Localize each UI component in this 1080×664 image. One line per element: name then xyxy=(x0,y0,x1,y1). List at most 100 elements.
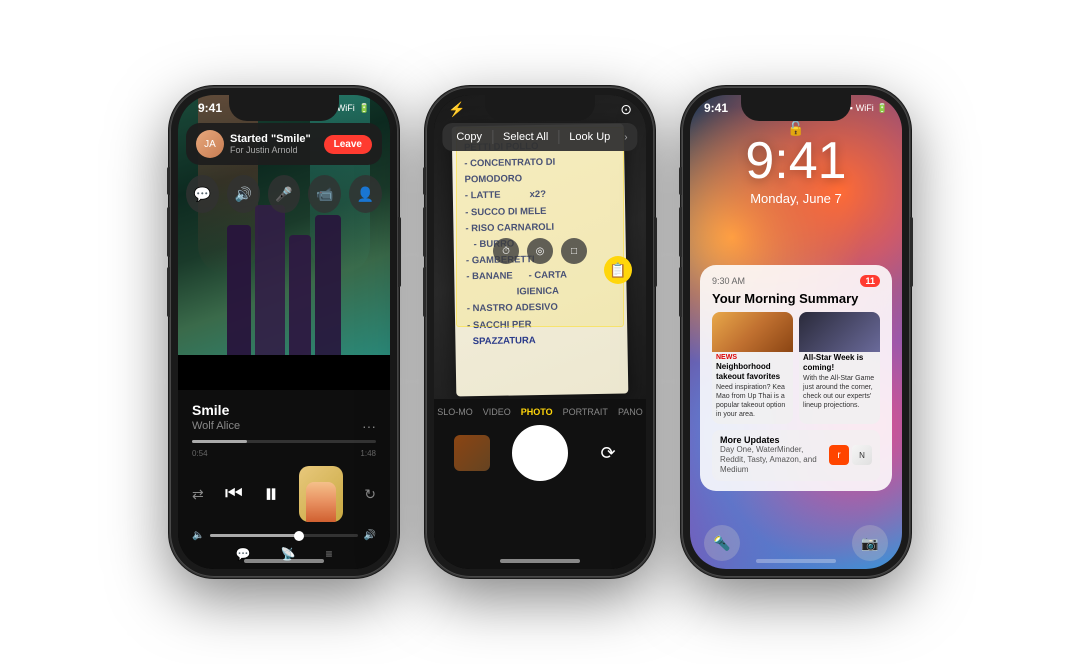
phone1-time-labels: 0:54 1:48 xyxy=(192,449,376,458)
phone1-facetime-thumbnail[interactable] xyxy=(299,466,343,522)
phone1-rewind-button[interactable]: ⏮ xyxy=(225,483,243,506)
phone3-more-title: More Updates xyxy=(720,435,823,445)
phone3-news-grid: NEWS Neighborhood takeout favorites Need… xyxy=(712,312,880,424)
phone3-camera-button[interactable]: 📷 xyxy=(852,525,888,561)
phone3-news-app-icon: N xyxy=(852,445,872,465)
phone1-video-button[interactable]: 📹 xyxy=(308,175,341,213)
phone3-more-updates[interactable]: More Updates Day One, WaterMinder, Reddi… xyxy=(712,430,880,481)
phone-2: ⚡ ∧ ⊙ PETTI DI POLLO - CONCENTRATO DI PO… xyxy=(426,87,654,577)
phone1-vol-low-icon: 🔈 xyxy=(192,530,204,541)
phone2-menu-sep2 xyxy=(558,130,559,144)
phone1-facetime-info: JA Started "Smile" For Justin Arnold xyxy=(196,130,311,158)
phone1-repeat-icon[interactable]: ↻ xyxy=(364,486,376,503)
phone1-facetime-subtitle: For Justin Arnold xyxy=(230,145,311,155)
phone1-facetime-bar[interactable]: JA Started "Smile" For Justin Arnold Lea… xyxy=(186,123,382,165)
phones-container: 9:41 ▪▪▪ WiFi 🔋 JA Started "Smile" For J… xyxy=(150,67,930,597)
phone1-screen: 9:41 ▪▪▪ WiFi 🔋 JA Started "Smile" For J… xyxy=(178,95,390,569)
phone2-look-up-button[interactable]: Look Up xyxy=(561,128,618,146)
phone3-news-headline-1: Neighborhood takeout favorites xyxy=(712,361,793,383)
phone2-mode-portrait[interactable]: PORTRAIT xyxy=(563,407,608,417)
phone3-bottom-bar: 🔦 📷 xyxy=(704,525,888,561)
phone1-leave-button[interactable]: Leave xyxy=(324,135,372,154)
phone2-shutter-button[interactable] xyxy=(512,425,568,481)
phone2-scan-icon[interactable]: 📋 xyxy=(604,256,632,284)
phone3-wifi-icon: WiFi xyxy=(856,103,874,113)
phone3-notif-title: Your Morning Summary xyxy=(712,291,880,306)
phone1-wifi-icon: WiFi xyxy=(337,103,355,113)
phone-3: 9:41 ▪▪▪ WiFi 🔋 🔓 9:41 Monday, June 7 9:… xyxy=(682,87,910,577)
phone1-facetime-controls: 💬 🔊 🎤 📹 👤 xyxy=(186,175,382,213)
phone2-shutter-row: ⟳ xyxy=(434,421,646,485)
phone1-person-button[interactable]: 👤 xyxy=(349,175,382,213)
phone2-mode-video[interactable]: VIDEO xyxy=(483,407,511,417)
phone1-progress-bar[interactable] xyxy=(192,440,376,443)
phone3-reddit-icon: r xyxy=(829,445,849,465)
phone3-clock: 9:41 Monday, June 7 xyxy=(690,135,902,206)
phone1-volume-row: 🔈 🔊 xyxy=(192,530,376,541)
phone3-battery-icon: 🔋 xyxy=(877,103,888,114)
phone2-filter-button[interactable]: ◎ xyxy=(527,238,553,264)
phone1-more-icon[interactable]: ··· xyxy=(362,418,376,434)
phone3-more-icons: r N xyxy=(829,445,872,465)
phone3-news-item-1[interactable]: NEWS Neighborhood takeout favorites Need… xyxy=(712,312,793,424)
phone1-facetime-text: Started "Smile" For Justin Arnold xyxy=(230,133,311,155)
phone2-timer-button[interactable]: ⏱ xyxy=(493,238,519,264)
phone1-facetime-title: Started "Smile" xyxy=(230,133,311,145)
phone2-flip-camera-button[interactable]: ⟳ xyxy=(590,435,626,471)
phone2-menu-sep1 xyxy=(492,130,493,144)
phone2-mode-photo[interactable]: PHOTO xyxy=(521,407,553,417)
phone-1: 9:41 ▪▪▪ WiFi 🔋 JA Started "Smile" For J… xyxy=(170,87,398,577)
phone1-volume-bar[interactable] xyxy=(210,534,357,537)
phone3-news-img-1 xyxy=(712,312,793,352)
phone1-playback-controls: ⇄ ⏮ ⏸ ↻ xyxy=(192,466,376,522)
phone2-mode-slomo[interactable]: SLO-MO xyxy=(437,407,473,417)
phone2-menu-arrow[interactable]: › xyxy=(620,132,631,143)
phone3-news-img-2 xyxy=(799,312,880,352)
phone1-time: 9:41 xyxy=(198,101,222,115)
phone1-notch xyxy=(229,95,339,121)
phone3-status-time: 9:41 xyxy=(704,101,728,115)
phone2-aspect-button[interactable]: □ xyxy=(561,238,587,264)
phone1-pause-button[interactable]: ⏸ xyxy=(264,478,278,511)
phone1-vol-high-icon: 🔊 xyxy=(364,530,376,541)
phone2-copy-button[interactable]: Copy xyxy=(448,128,490,146)
phone3-notif-time: 9:30 AM xyxy=(712,276,745,286)
phone1-progress-fill xyxy=(192,440,247,443)
phone3-flashlight-button[interactable]: 🔦 xyxy=(704,525,740,561)
phone2-scan-highlight xyxy=(456,127,624,327)
phone1-song-info: Smile Wolf Alice ··· xyxy=(192,402,376,434)
phone2-shutter-inner xyxy=(517,430,563,476)
phone1-mic-button[interactable]: 🎤 xyxy=(268,175,301,213)
phone2-flash-icon[interactable]: ⚡ xyxy=(448,101,465,118)
phone1-battery-icon: 🔋 xyxy=(359,103,370,114)
phone1-song-artist: Wolf Alice ··· xyxy=(192,418,376,434)
phone3-more-text-group: More Updates Day One, WaterMinder, Reddi… xyxy=(720,435,823,476)
phone3-news-body-2: With the All-Star Game just around the c… xyxy=(799,374,880,414)
phone1-chat-button[interactable]: 💬 xyxy=(186,175,219,213)
phone1-queue-icon[interactable]: ≡ xyxy=(325,547,332,561)
phone2-mode-pano[interactable]: PANO xyxy=(618,407,643,417)
phone3-clock-date: Monday, June 7 xyxy=(690,191,902,206)
phone3-news-item-2[interactable]: All-Star Week is coming! With the All-St… xyxy=(799,312,880,424)
phone2-screen: ⚡ ∧ ⊙ PETTI DI POLLO - CONCENTRATO DI PO… xyxy=(434,95,646,569)
phone1-home-indicator[interactable] xyxy=(244,559,324,563)
phone1-speaker-button[interactable]: 🔊 xyxy=(227,175,260,213)
phone2-gallery-thumbnail[interactable] xyxy=(454,435,490,471)
phone2-live-icon[interactable]: ⊙ xyxy=(620,101,632,118)
phone3-notification[interactable]: 9:30 AM 11 Your Morning Summary NEWS Nei… xyxy=(700,265,892,491)
phone2-text-menu: Copy Select All Look Up › xyxy=(442,123,637,151)
phone3-screen: 9:41 ▪▪▪ WiFi 🔋 🔓 9:41 Monday, June 7 9:… xyxy=(690,95,902,569)
phone1-avatar: JA xyxy=(196,130,224,158)
phone3-home-indicator[interactable] xyxy=(756,559,836,563)
phone2-camera-bottom: SLO-MO VIDEO PHOTO PORTRAIT PANO ⟳ xyxy=(434,399,646,569)
phone2-mode-selector: SLO-MO VIDEO PHOTO PORTRAIT PANO xyxy=(437,399,643,421)
phone2-home-indicator[interactable] xyxy=(500,559,580,563)
phone2-select-all-button[interactable]: Select All xyxy=(495,128,556,146)
phone3-news-body-1: Need inspiration? Kea Mao from Up Thai i… xyxy=(712,383,793,423)
phone1-shuffle-icon[interactable]: ⇄ xyxy=(192,486,204,503)
phone3-notif-badge: 11 xyxy=(860,275,880,287)
phone3-clock-time: 9:41 xyxy=(690,135,902,187)
phone1-song-title: Smile xyxy=(192,402,376,418)
phone3-news-label-1: NEWS xyxy=(712,352,793,361)
phone2-notch xyxy=(485,95,595,121)
